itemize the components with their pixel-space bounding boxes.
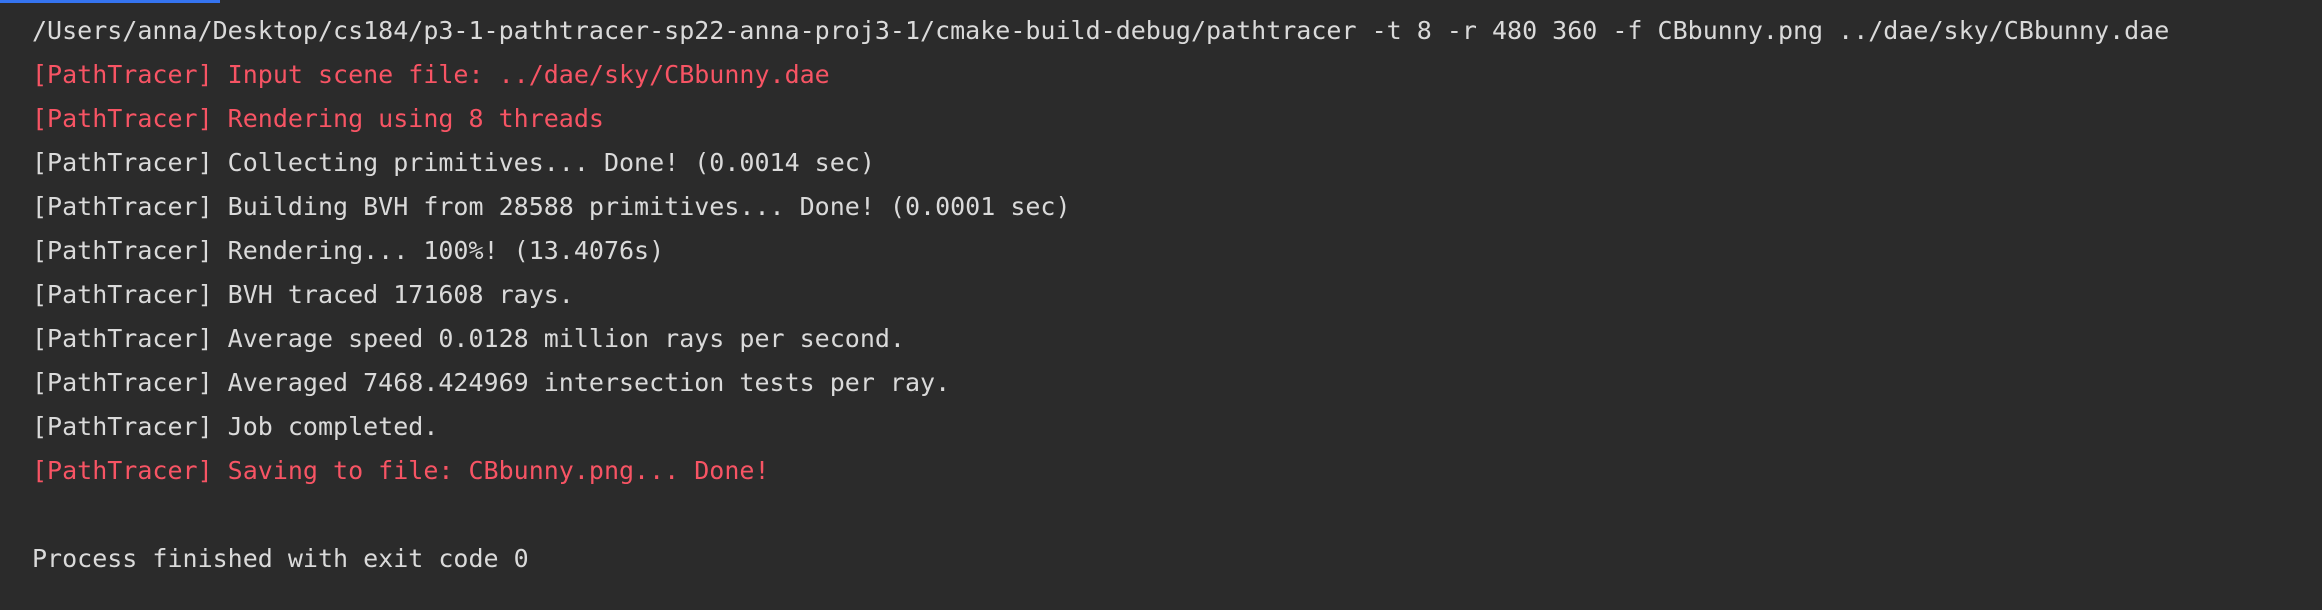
console-line-threads: [PathTracer] Rendering using 8 threads [32,104,604,133]
console-line-rendering: [PathTracer] Rendering... 100%! (13.4076… [32,236,665,265]
console-line-job-completed: [PathTracer] Job completed. [32,412,439,441]
command-line: /Users/anna/Desktop/cs184/p3-1-pathtrace… [32,16,2170,45]
console-line-rays-traced: [PathTracer] BVH traced 171608 rays. [32,280,574,309]
run-console-output[interactable]: /Users/anna/Desktop/cs184/p3-1-pathtrace… [0,0,2322,610]
console-line-saving: [PathTracer] Saving to file: CBbunny.png… [32,456,770,485]
console-line-building-bvh: [PathTracer] Building BVH from 28588 pri… [32,192,1071,221]
console-line-average-speed: [PathTracer] Average speed 0.0128 millio… [32,324,905,353]
console-line-collecting: [PathTracer] Collecting primitives... Do… [32,148,875,177]
active-tab-indicator [0,0,220,3]
console-line-intersection-tests: [PathTracer] Averaged 7468.424969 inters… [32,368,951,397]
exit-message: Process finished with exit code 0 [32,544,529,573]
console-line-input-scene: [PathTracer] Input scene file: ../dae/sk… [32,60,830,89]
